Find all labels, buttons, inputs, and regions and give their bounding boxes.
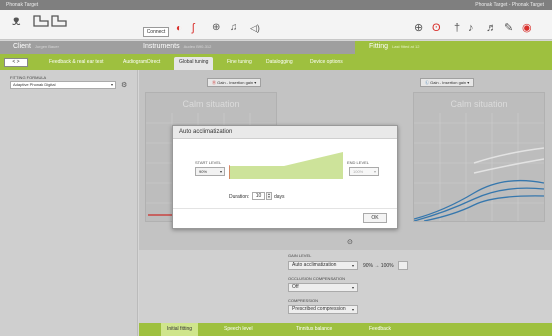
dialog-title: Auto acclimatization [173,126,397,139]
person-icon[interactable]: ᴥ [12,13,21,27]
tools-icon[interactable]: ✎ [504,23,513,34]
gain-level-label: GAIN LEVEL [288,253,312,258]
end-level-value: 100% [353,169,364,174]
chevron-down-icon: ▾ [219,169,222,174]
end-level-select[interactable]: 100% ▾ [349,167,379,176]
instruments-section[interactable]: Instruments Audeo B90-312 [143,43,211,50]
gain-level-value: Auto acclimatization [292,262,337,268]
instruments-name: Audeo B90-312 [183,44,212,49]
start-level-label: START LEVEL [195,160,222,165]
mic-icon[interactable]: ⊕ [212,23,220,33]
fitting-tabs: < > Feedback & real ear test AudiogramDi… [0,54,552,70]
chevron-down-icon: ▾ [110,82,113,87]
gain-level-settings-button[interactable] [398,261,408,270]
chevron-down-icon: ▾ [351,263,354,268]
start-level-select[interactable]: 90% ▾ [195,167,225,176]
stats-icon[interactable]: ♬ [486,23,497,34]
speaker-icon[interactable]: ♫ [230,23,238,33]
tab-feedback[interactable]: Feedback & real ear test [44,57,108,70]
fitting-label: Fitting [369,43,389,50]
remote-icon[interactable]: ◉ [522,23,532,34]
side-nav-arrows[interactable]: < > [4,58,28,67]
chevron-down-icon: ▾ [351,307,354,312]
fitting-section[interactable]: Fitting Last fitted at 12 [355,41,552,54]
client-label: Client [13,43,31,50]
left-panel: FITTING FORMULA Adaptive Phonak Digital … [0,70,138,336]
fitting-formula-label: FITTING FORMULA [10,75,47,80]
instruments-label: Instruments [143,43,180,50]
window-titlebar: Phonak Target Phonak Target - Phonak Tar… [0,0,552,10]
chevron-down-icon: ▾ [351,285,354,290]
occlusion-label: OCCLUSION COMPENSATION [288,276,346,281]
tab-global-tuning[interactable]: Global tuning [174,57,214,70]
start-level-value: 90% [199,169,208,174]
compression-value: Prescribed compression [292,306,346,312]
occlusion-select[interactable]: Off ▾ [288,283,358,292]
flag-icon[interactable]: † [454,23,460,34]
window-title-right: Phonak Target - Phonak Target [475,2,544,8]
fitting-sub: Last fitted at 12 [392,44,420,49]
gain-level-select[interactable]: Auto acclimatization ▾ [288,261,358,270]
bottom-tab-feedback[interactable]: Feedback [363,323,397,336]
music-icon[interactable]: ♪ [468,23,474,34]
bottom-tab-speech-level[interactable]: Speech level [218,323,259,336]
hearing-aids-icon[interactable] [32,14,68,28]
ok-button[interactable]: OK [363,213,387,223]
chevron-down-icon: ▾ [373,169,376,174]
end-level-label: END LEVEL [347,160,370,165]
duration-input[interactable]: 10 [252,192,265,200]
client-section[interactable]: Client Jurgen Bauer [13,43,59,50]
dialog-separator [173,208,397,209]
tab-datalogging[interactable]: Datalogging [261,57,298,70]
compression-select[interactable]: Prescribed compression ▾ [288,305,358,314]
fitting-formula-select[interactable]: Adaptive Phonak Digital ▾ [10,81,116,89]
app-title: Phonak Target [6,2,39,8]
tab-fine-tuning[interactable]: Fine tuning [222,57,257,70]
duration-spinner[interactable]: ▲ ▼ [266,192,272,200]
gain-level-range: 90% → 100% [363,263,394,269]
tab-audiogramdirect[interactable]: AudiogramDirect [118,57,165,70]
client-name: Jurgen Bauer [34,44,59,49]
occlusion-value: Off [292,284,299,290]
bottom-tab-tinnitus-balance[interactable]: Tinnitus balance [290,323,338,336]
info-bar: Client Jurgen Bauer Instruments Audeo B90-… [0,41,552,54]
compression-label: COMPRESSION [288,298,319,303]
ear-icon[interactable]: ʃ [192,23,194,34]
gear-icon[interactable]: ⚙ [121,81,127,89]
feedback-icon[interactable]: ◐ [176,24,182,34]
connect-button[interactable]: Connect [143,27,169,37]
acclimatization-ramp [229,152,343,179]
duration-label: Duration: [229,194,250,200]
bottom-tab-initial-fitting[interactable]: Initial fitting [161,323,199,336]
fitting-formula-value: Adaptive Phonak Digital [13,82,56,87]
days-label: days [274,194,285,200]
main-toolbar: ᴥ Connect ◐ ʃ ⊕ ♫ ◁) ⊕ ʘ † ♪ ♬ ✎ ◉ [0,10,552,40]
dummy-icon[interactable]: ʘ [432,23,441,34]
tab-device-options[interactable]: Device options [305,57,348,70]
sound-icon[interactable]: ◁) [250,24,260,33]
auto-acclimatization-dialog: Auto acclimatization START LEVEL 90% ▾ E… [172,125,398,229]
bottom-tabs: Initial fitting Speech level Tinnitus ba… [139,323,552,336]
globe-icon[interactable]: ⊕ [414,23,423,34]
